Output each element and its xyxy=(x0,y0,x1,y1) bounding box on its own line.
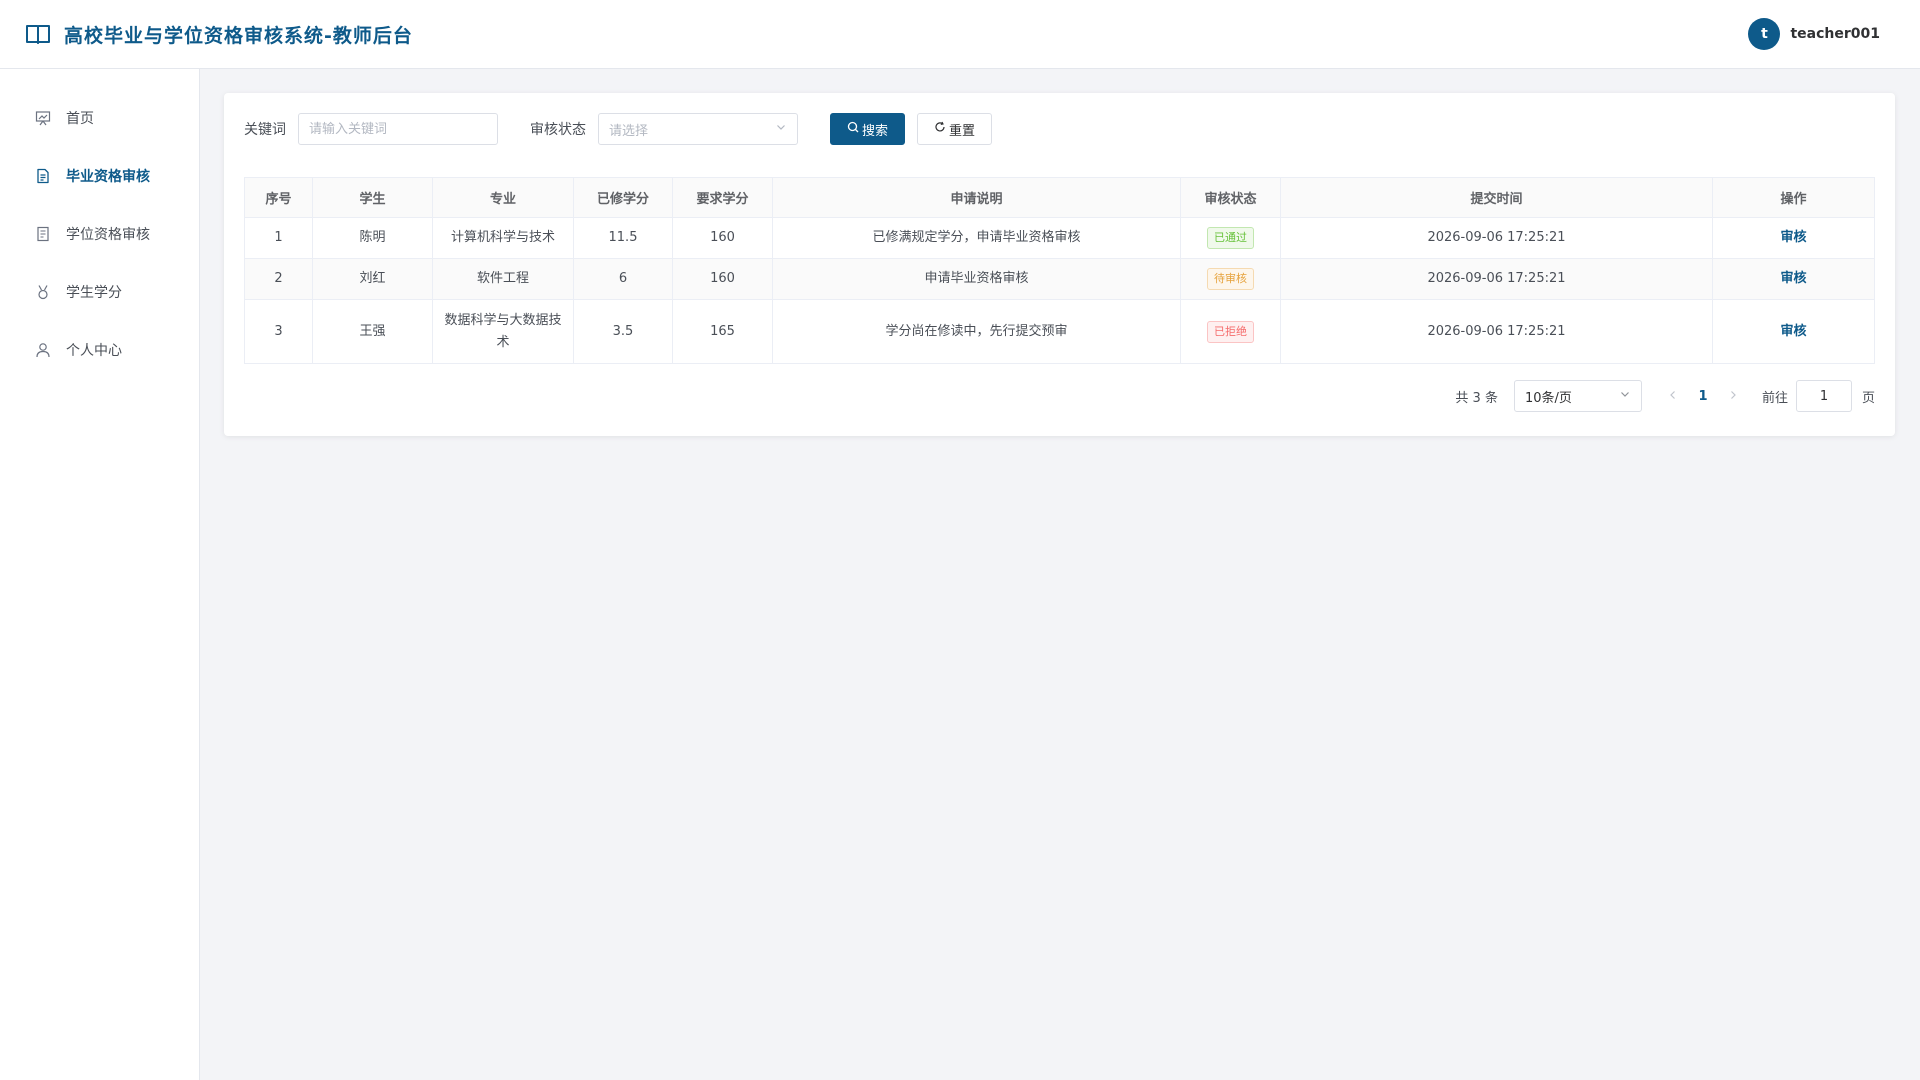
cell-student: 刘红 xyxy=(312,258,433,300)
cell-action: 审核 xyxy=(1712,258,1875,300)
cell-earned-credits: 11.5 xyxy=(573,217,673,259)
status-select[interactable]: 请选择 xyxy=(598,113,798,145)
review-link[interactable]: 审核 xyxy=(1780,230,1806,245)
cell-status: 待审核 xyxy=(1180,258,1281,300)
search-icon xyxy=(847,121,859,137)
status-badge: 已通过 xyxy=(1207,227,1254,249)
cell-index: 2 xyxy=(244,258,313,300)
cell-note: 已修满规定学分，申请毕业资格审核 xyxy=(772,217,1181,259)
cell-action: 审核 xyxy=(1712,217,1875,259)
goto-suffix: 页 xyxy=(1861,390,1875,406)
column-header: 已修学分 xyxy=(573,177,673,218)
table-row: 1 陈明 计算机科学与技术 11.5 160 已修满规定学分，申请毕业资格审核 … xyxy=(244,217,1875,259)
next-page-button[interactable] xyxy=(1718,389,1748,404)
user-icon xyxy=(34,341,52,359)
top-header: 高校毕业与学位资格审核系统-教师后台 t teacher001 xyxy=(0,0,1920,69)
status-badge: 待审核 xyxy=(1207,268,1254,290)
main-content: 关键词 审核状态 请选择 搜索 重置 xyxy=(200,69,1920,1080)
column-header: 申请说明 xyxy=(772,177,1181,218)
cell-earned-credits: 6 xyxy=(573,258,673,300)
status-select-placeholder: 请选择 xyxy=(609,123,649,139)
status-badge: 已拒绝 xyxy=(1207,320,1254,343)
cell-time: 2026-09-06 17:25:21 xyxy=(1280,258,1713,300)
prev-page-button[interactable] xyxy=(1658,389,1688,404)
pagination-total: 共 3 条 xyxy=(1455,390,1498,406)
sidebar: 首页 毕业资格审核 学位资格审核 学生学分 个人中心 xyxy=(0,69,200,1080)
sidebar-item-label: 个人中心 xyxy=(66,343,122,359)
reset-button[interactable]: 重置 xyxy=(917,113,993,145)
cell-student: 王强 xyxy=(312,299,433,364)
status-label: 审核状态 xyxy=(530,122,586,138)
cell-note: 学分尚在修读中，先行提交预审 xyxy=(772,299,1181,364)
user-menu[interactable]: t teacher001 xyxy=(1748,18,1880,50)
brand: 高校毕业与学位资格审核系统-教师后台 xyxy=(24,20,413,48)
cell-index: 1 xyxy=(244,217,313,259)
cell-status: 已通过 xyxy=(1180,217,1281,259)
column-header: 要求学分 xyxy=(672,177,773,218)
goto-page-input[interactable] xyxy=(1795,380,1852,412)
sidebar-item-home[interactable]: 首页 xyxy=(0,89,199,147)
major-text: 数据科学与大数据技术 xyxy=(444,312,562,350)
cell-status: 已拒绝 xyxy=(1180,299,1281,364)
refresh-icon xyxy=(934,121,946,137)
chevron-right-icon xyxy=(1728,389,1738,404)
filter-bar: 关键词 审核状态 请选择 搜索 重置 xyxy=(244,113,1875,145)
table-header-row: 序号 学生 专业 已修学分 要求学分 申请说明 审核状态 提交时间 操作 xyxy=(244,177,1875,218)
cell-time: 2026-09-06 17:25:21 xyxy=(1280,299,1713,364)
column-header: 序号 xyxy=(244,177,313,218)
keyword-input[interactable] xyxy=(298,113,498,145)
cell-index: 3 xyxy=(244,299,313,364)
avatar[interactable]: t xyxy=(1748,18,1781,50)
sidebar-item-label: 学生学分 xyxy=(66,285,122,301)
sidebar-item-profile[interactable]: 个人中心 xyxy=(0,321,199,379)
table-row: 2 刘红 软件工程 6 160 申请毕业资格审核 待审核 2026-09-06 … xyxy=(244,258,1875,300)
review-table: 序号 学生 专业 已修学分 要求学分 申请说明 审核状态 提交时间 操作 1 陈… xyxy=(244,177,1875,364)
username[interactable]: teacher001 xyxy=(1790,26,1880,42)
table-row: 3 王强 数据科学与大数据技术 3.5 165 学分尚在修读中，先行提交预审 已… xyxy=(244,299,1875,364)
cell-required-credits: 165 xyxy=(672,299,773,364)
cell-required-credits: 160 xyxy=(672,217,773,259)
list-document-icon xyxy=(34,225,52,243)
column-header: 审核状态 xyxy=(1180,177,1281,218)
search-button[interactable]: 搜索 xyxy=(830,113,906,145)
open-book-icon xyxy=(24,20,52,48)
sidebar-item-graduation-review[interactable]: 毕业资格审核 xyxy=(0,147,199,205)
search-button-label: 搜索 xyxy=(862,123,889,139)
cell-required-credits: 160 xyxy=(672,258,773,300)
column-header: 专业 xyxy=(432,177,574,218)
cell-major: 软件工程 xyxy=(432,258,574,300)
goto-label: 前往 xyxy=(1761,390,1788,406)
pagination: 共 3 条 10条/页 1 前往 页 xyxy=(244,380,1875,412)
chevron-left-icon xyxy=(1668,389,1678,404)
cell-time: 2026-09-06 17:25:21 xyxy=(1280,217,1713,259)
page-size-select[interactable]: 10条/页 xyxy=(1513,380,1642,412)
cell-major: 数据科学与大数据技术 xyxy=(432,299,574,364)
cell-earned-credits: 3.5 xyxy=(573,299,673,364)
review-card: 关键词 审核状态 请选择 搜索 重置 xyxy=(224,93,1895,436)
sidebar-item-label: 毕业资格审核 xyxy=(66,169,150,185)
chevron-down-icon xyxy=(775,121,787,137)
cell-action: 审核 xyxy=(1712,299,1875,364)
app-title: 高校毕业与学位资格审核系统-教师后台 xyxy=(64,24,413,47)
chevron-down-icon xyxy=(1619,388,1631,404)
cell-student: 陈明 xyxy=(312,217,433,259)
cell-note: 申请毕业资格审核 xyxy=(772,258,1181,300)
cell-major: 计算机科学与技术 xyxy=(432,217,574,259)
document-icon xyxy=(34,167,52,185)
page-size-value: 10条/页 xyxy=(1524,390,1572,406)
column-header: 学生 xyxy=(312,177,433,218)
presentation-board-icon xyxy=(34,109,52,127)
column-header: 操作 xyxy=(1712,177,1875,218)
column-header: 提交时间 xyxy=(1280,177,1713,218)
page-number[interactable]: 1 xyxy=(1688,389,1718,404)
sidebar-item-label: 学位资格审核 xyxy=(66,227,150,243)
reset-button-label: 重置 xyxy=(949,123,976,139)
review-link[interactable]: 审核 xyxy=(1780,271,1806,286)
sidebar-item-student-credits[interactable]: 学生学分 xyxy=(0,263,199,321)
review-link[interactable]: 审核 xyxy=(1780,324,1806,339)
sidebar-item-degree-review[interactable]: 学位资格审核 xyxy=(0,205,199,263)
sidebar-item-label: 首页 xyxy=(66,111,94,127)
keyword-label: 关键词 xyxy=(244,122,286,138)
medal-icon xyxy=(34,283,52,301)
